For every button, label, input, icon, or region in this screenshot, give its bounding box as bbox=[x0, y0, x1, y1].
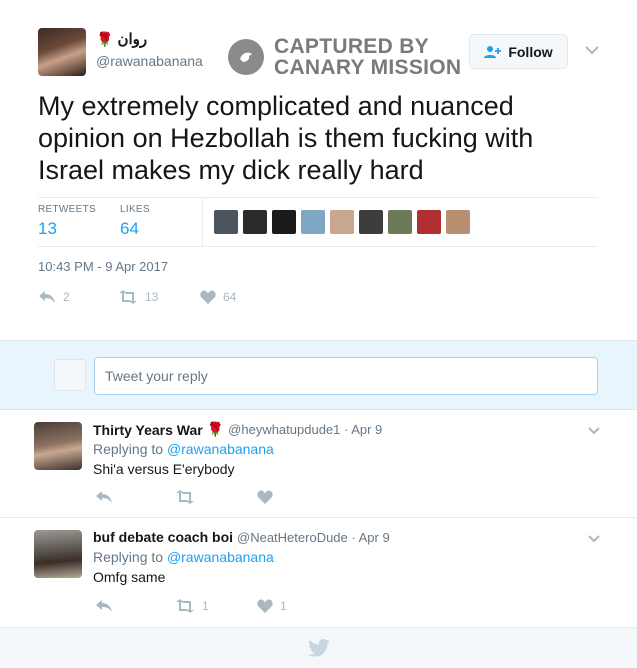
reply-action[interactable]: 2 bbox=[38, 290, 118, 304]
reply-display-name: Thirty Years War bbox=[93, 421, 203, 438]
like-action[interactable]: 64 bbox=[200, 290, 236, 304]
retweet-action[interactable] bbox=[175, 490, 257, 504]
likes-label: LIKES bbox=[120, 204, 150, 215]
liker-avatar[interactable] bbox=[214, 210, 238, 234]
like-count: 1 bbox=[280, 599, 287, 613]
reply-avatar[interactable] bbox=[34, 422, 82, 470]
retweet-icon bbox=[119, 290, 137, 304]
canary-logo-icon bbox=[228, 39, 264, 75]
reply-avatar[interactable] bbox=[34, 530, 82, 578]
heart-icon bbox=[257, 490, 273, 504]
replying-mention[interactable]: @rawanabanana bbox=[167, 549, 274, 565]
retweet-count: 13 bbox=[145, 290, 159, 304]
rose-icon: 🌹 bbox=[96, 30, 114, 47]
stats-divider bbox=[202, 198, 203, 246]
tweet-text: My extremely complicated and nuanced opi… bbox=[38, 91, 534, 185]
retweets-count: 13 bbox=[38, 219, 57, 238]
watermark-line2: CANARY MISSION bbox=[274, 56, 462, 79]
follow-button[interactable]: Follow bbox=[469, 34, 568, 69]
rose-icon: 🌹 bbox=[206, 421, 225, 437]
author-name[interactable]: 🌹 روان bbox=[96, 30, 148, 49]
reply-actions: 1 1 bbox=[95, 599, 287, 613]
liker-avatar[interactable] bbox=[388, 210, 412, 234]
reply-author[interactable]: buf debate coach boi @NeatHeteroDude · A… bbox=[93, 529, 390, 545]
reply-action[interactable] bbox=[95, 599, 175, 613]
follow-label: Follow bbox=[508, 43, 553, 60]
heart-icon bbox=[200, 290, 216, 304]
footer bbox=[0, 628, 637, 668]
chevron-down-icon[interactable] bbox=[588, 530, 600, 546]
liker-avatar[interactable] bbox=[272, 210, 296, 234]
retweets-stat[interactable]: RETWEETS 13 bbox=[38, 204, 96, 239]
reply-composer: Tweet your reply bbox=[0, 340, 637, 410]
reply-handle-time: @heywhatupdude1 · Apr 9 bbox=[228, 422, 383, 437]
tweet-actions: 2 13 64 bbox=[38, 290, 236, 304]
liker-avatar[interactable] bbox=[301, 210, 325, 234]
liker-avatar[interactable] bbox=[446, 210, 470, 234]
reply-icon bbox=[96, 600, 112, 612]
tweet-timestamp[interactable]: 10:43 PM - 9 Apr 2017 bbox=[38, 259, 168, 274]
like-action[interactable] bbox=[257, 490, 280, 504]
liker-avatar[interactable] bbox=[330, 210, 354, 234]
chevron-down-icon[interactable] bbox=[585, 42, 599, 58]
liker-avatar[interactable] bbox=[417, 210, 441, 234]
chevron-down-icon[interactable] bbox=[588, 422, 600, 438]
twitter-bird-icon bbox=[307, 639, 330, 657]
reply-handle-time: @NeatHeteroDude · Apr 9 bbox=[237, 529, 390, 545]
retweet-action[interactable]: 1 bbox=[175, 599, 257, 613]
watermark-line1: CAPTURED BY bbox=[274, 35, 429, 58]
reply-action[interactable] bbox=[95, 490, 175, 504]
like-count: 64 bbox=[223, 290, 237, 304]
author-avatar[interactable] bbox=[38, 28, 86, 76]
user-avatar bbox=[54, 359, 86, 391]
replying-to: Replying to @rawanabanana bbox=[93, 549, 274, 565]
reply-tweet[interactable]: buf debate coach boi @NeatHeteroDude · A… bbox=[0, 518, 637, 628]
retweet-count: 1 bbox=[202, 599, 209, 613]
retweet-action[interactable]: 13 bbox=[118, 290, 200, 304]
liker-avatar[interactable] bbox=[243, 210, 267, 234]
reply-text: Shi'a versus E'erybody bbox=[93, 461, 235, 477]
add-user-icon bbox=[484, 45, 502, 58]
reply-text: Omfg same bbox=[93, 569, 166, 585]
retweets-label: RETWEETS bbox=[38, 204, 96, 215]
reply-actions bbox=[95, 490, 280, 504]
heart-icon bbox=[257, 599, 273, 613]
replying-prefix: Replying to bbox=[93, 549, 167, 565]
author-display-name: روان bbox=[117, 31, 148, 48]
like-action[interactable]: 1 bbox=[257, 599, 287, 613]
reply-tweet[interactable]: Thirty Years War 🌹 @heywhatupdude1 · Apr… bbox=[0, 410, 637, 518]
replying-prefix: Replying to bbox=[93, 441, 167, 457]
likes-count: 64 bbox=[120, 219, 139, 238]
reply-icon bbox=[39, 291, 55, 303]
liker-avatar[interactable] bbox=[359, 210, 383, 234]
likes-stat[interactable]: LIKES 64 bbox=[120, 204, 150, 239]
reply-input[interactable]: Tweet your reply bbox=[94, 357, 598, 395]
likers-avatars bbox=[214, 210, 470, 234]
author-handle[interactable]: @rawanabanana bbox=[96, 53, 203, 69]
retweet-icon bbox=[176, 599, 194, 613]
retweet-icon bbox=[176, 490, 194, 504]
replying-mention[interactable]: @rawanabanana bbox=[167, 441, 274, 457]
watermark-text: CAPTURED BY CANARY MISSION bbox=[274, 36, 461, 78]
reply-author[interactable]: Thirty Years War 🌹 @heywhatupdude1 · Apr… bbox=[93, 421, 382, 438]
reply-count: 2 bbox=[63, 290, 70, 304]
tweet-stats: RETWEETS 13 LIKES 64 bbox=[38, 197, 598, 247]
reply-display-name: buf debate coach boi bbox=[93, 529, 234, 545]
replying-to: Replying to @rawanabanana bbox=[93, 441, 274, 457]
main-tweet: 🌹 روان @rawanabanana CAPTURED BY CANARY … bbox=[0, 0, 637, 340]
watermark: CAPTURED BY CANARY MISSION bbox=[228, 36, 461, 78]
reply-icon bbox=[96, 491, 112, 503]
